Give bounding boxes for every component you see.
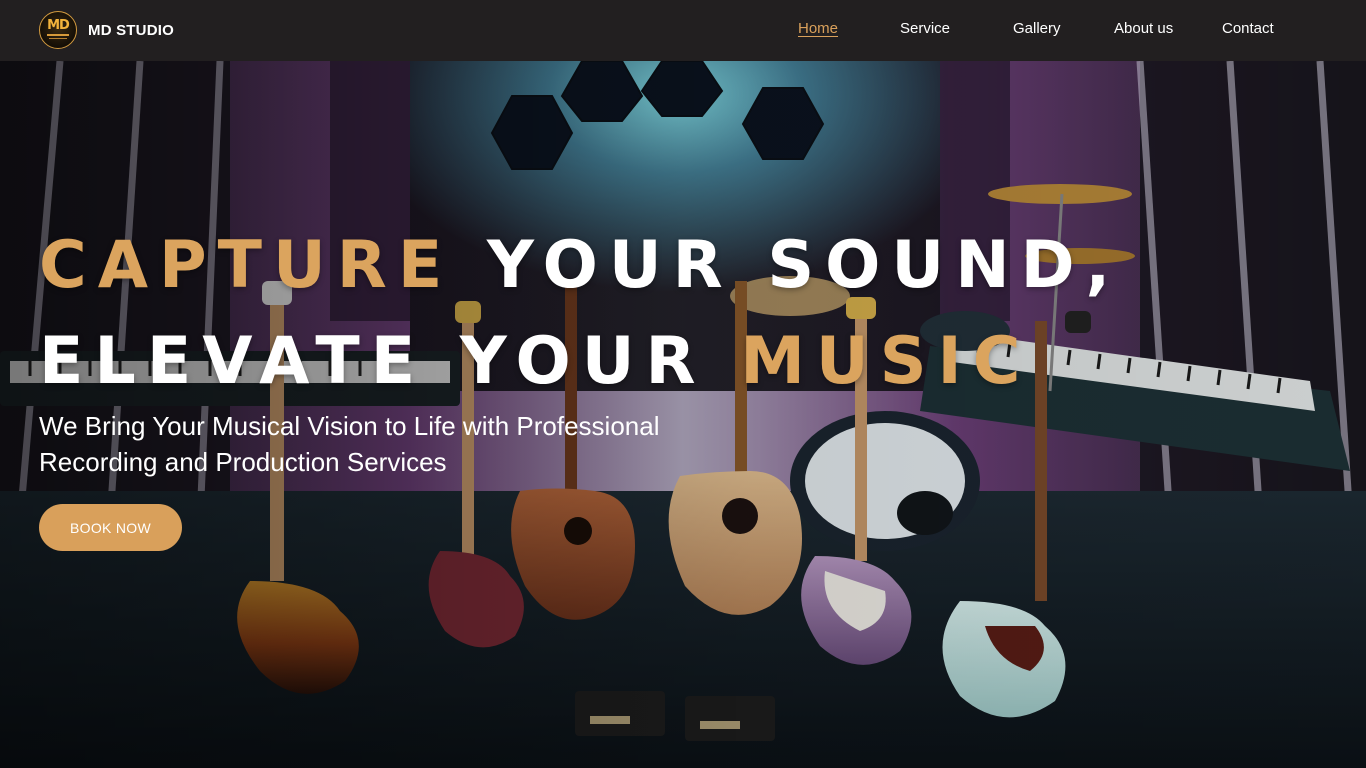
logo-stripe — [47, 34, 69, 36]
brand-name[interactable]: MD STUDIO — [88, 22, 174, 39]
book-now-button[interactable]: BOOK NOW — [39, 504, 182, 551]
md-studio-logo-icon[interactable]: MD — [39, 11, 77, 49]
nav-link-home[interactable]: Home — [798, 20, 838, 38]
brand[interactable]: MD MD STUDIO — [39, 11, 174, 49]
hero-headline: CAPTURE YOUR SOUND, ELEVATE YOUR MUSIC — [39, 218, 1121, 410]
nav-link-contact[interactable]: Contact — [1222, 20, 1274, 38]
nav-link-about-us[interactable]: About us — [1114, 20, 1173, 38]
logo-stripe — [49, 38, 67, 39]
logo-letters: MD — [47, 18, 70, 33]
headline-word-capture: CAPTURE — [39, 228, 454, 303]
hero-section: CAPTURE YOUR SOUND, ELEVATE YOUR MUSIC W… — [0, 61, 1366, 768]
headline-elevate-your: ELEVATE YOUR — [39, 324, 707, 399]
top-navbar: MD MD STUDIO Home Service Gallery About … — [0, 0, 1366, 61]
headline-word-music: MUSIC — [740, 324, 1032, 399]
headline-your-sound: YOUR SOUND, — [486, 228, 1122, 303]
nav-link-service[interactable]: Service — [900, 20, 950, 38]
nav-link-gallery[interactable]: Gallery — [1013, 20, 1061, 38]
hero-subheadline: We Bring Your Musical Vision to Life wit… — [39, 411, 660, 477]
